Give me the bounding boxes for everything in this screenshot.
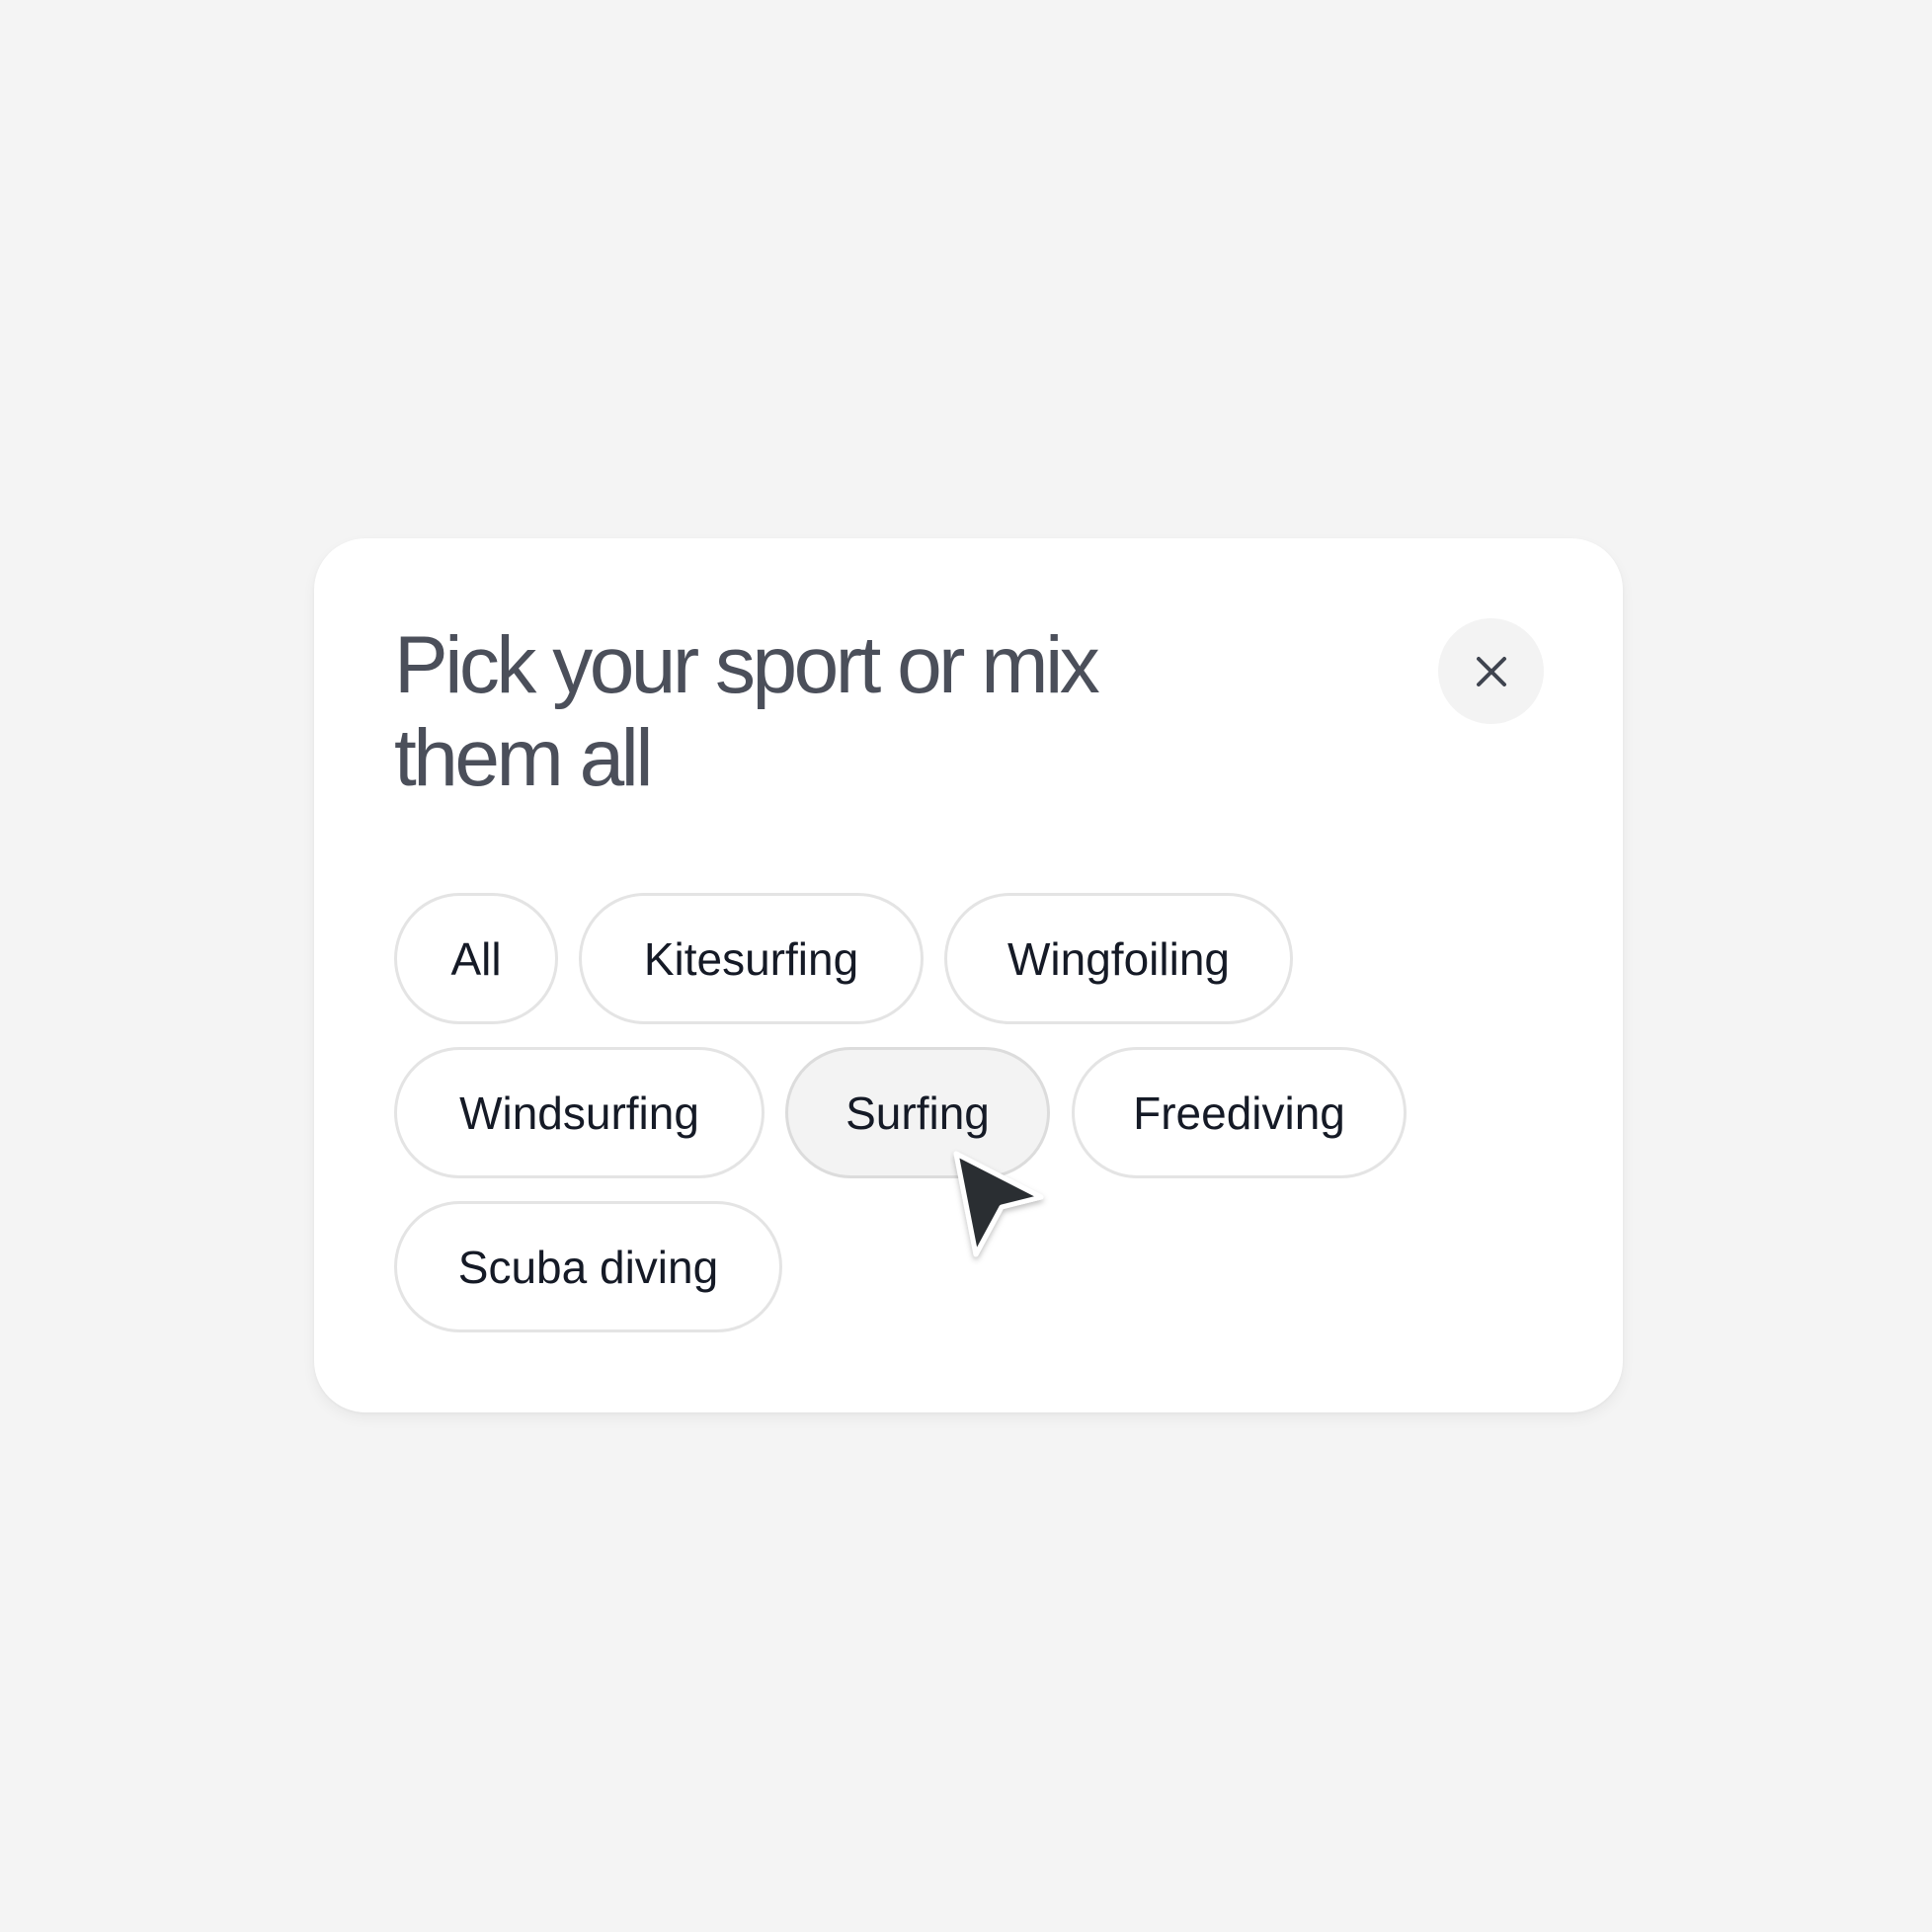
dialog-title: Pick your sport or mix them all [394,620,1100,803]
close-button[interactable] [1438,618,1544,724]
chip-scuba-diving[interactable]: Scuba diving [394,1201,782,1332]
chip-all[interactable]: All [394,893,558,1024]
chip-surfing[interactable]: Surfing [785,1047,1050,1178]
chip-freediving[interactable]: Freediving [1072,1047,1407,1178]
close-icon [1476,656,1506,686]
sport-picker-dialog: Pick your sport or mix them all All Kite… [314,538,1623,1412]
chip-wingfoiling[interactable]: Wingfoiling [944,893,1293,1024]
chip-windsurfing[interactable]: Windsurfing [394,1047,765,1178]
chip-kitesurfing[interactable]: Kitesurfing [579,893,924,1024]
